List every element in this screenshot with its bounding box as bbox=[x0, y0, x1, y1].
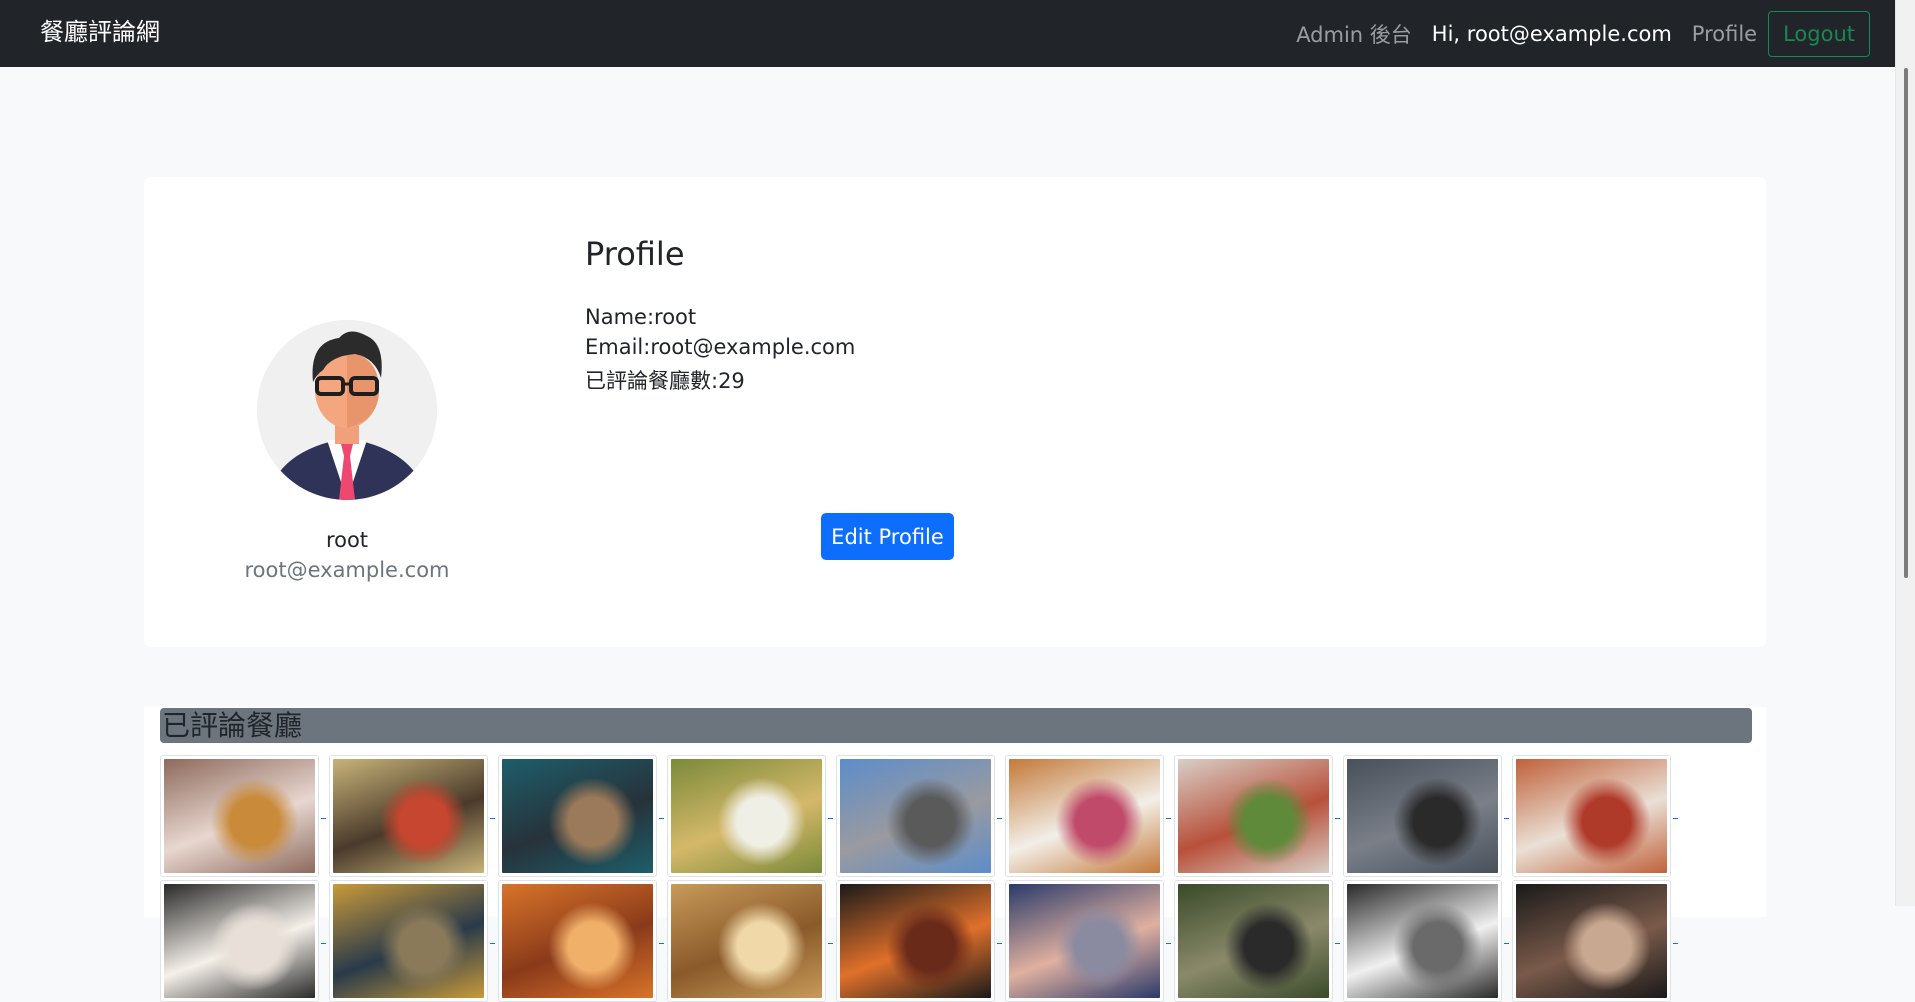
restaurant-thumbnail-menu-board[interactable] bbox=[329, 880, 495, 1002]
restaurant-image bbox=[671, 884, 822, 998]
restaurant-thumbnail-steak-dish[interactable] bbox=[160, 755, 326, 877]
profile-heading: Profile bbox=[585, 235, 685, 273]
site-brand[interactable]: 餐廳評論網 bbox=[40, 0, 160, 67]
restaurant-image bbox=[502, 884, 653, 998]
profile-card: root root@example.com Profile Name:root … bbox=[144, 177, 1766, 647]
scrollbar-thumb[interactable] bbox=[1904, 68, 1908, 578]
restaurant-image bbox=[1516, 759, 1667, 873]
reviewed-restaurants-heading: 已評論餐廳 bbox=[160, 708, 1752, 743]
restaurant-image bbox=[1009, 759, 1160, 873]
restaurant-thumbnail-dessert-plate[interactable] bbox=[1005, 755, 1171, 877]
restaurant-thumbnail-seafood-platter[interactable] bbox=[1005, 880, 1171, 1002]
restaurant-image bbox=[1178, 759, 1329, 873]
name-line: Name:root bbox=[585, 305, 697, 329]
profile-link[interactable]: Profile bbox=[1682, 22, 1767, 46]
restaurant-image bbox=[1347, 759, 1498, 873]
restaurant-image bbox=[1178, 884, 1329, 998]
email-line: Email:root@example.com bbox=[585, 335, 856, 359]
restaurant-thumbnail-bread-loaf[interactable] bbox=[667, 880, 833, 1002]
restaurant-image bbox=[1516, 884, 1667, 998]
user-greeting: Hi, root@example.com bbox=[1431, 21, 1672, 46]
navbar-right-menu: Admin 後台 Hi, root@example.com Profile Lo… bbox=[1286, 0, 1870, 67]
card-user-name: root bbox=[325, 528, 369, 552]
restaurant-image bbox=[502, 759, 653, 873]
restaurant-thumbnail-cake-slice[interactable] bbox=[160, 880, 326, 1002]
card-user-email: root@example.com bbox=[244, 558, 450, 582]
restaurant-image bbox=[840, 884, 991, 998]
restaurant-image bbox=[333, 759, 484, 873]
restaurant-thumbnail-grid bbox=[160, 755, 1700, 1002]
restaurant-thumbnail-restaurant-storefront[interactable] bbox=[498, 755, 664, 877]
restaurant-thumbnail-street-view[interactable] bbox=[836, 755, 1002, 877]
restaurant-thumbnail-pasta-noodles[interactable] bbox=[1174, 755, 1340, 877]
restaurant-image bbox=[1009, 884, 1160, 998]
restaurant-thumbnail-dining-room[interactable] bbox=[1343, 880, 1509, 1002]
restaurant-image bbox=[333, 884, 484, 998]
restaurant-image bbox=[840, 759, 991, 873]
restaurant-image bbox=[671, 759, 822, 873]
restaurant-thumbnail-orange-dish[interactable] bbox=[498, 880, 664, 1002]
user-avatar-icon bbox=[257, 320, 437, 500]
restaurant-image bbox=[164, 759, 315, 873]
review-count-line: 已評論餐廳數:29 bbox=[585, 369, 745, 393]
reviewed-restaurants-section: 已評論餐廳 bbox=[144, 707, 1766, 1002]
restaurant-thumbnail-braised-pork-bowl[interactable] bbox=[329, 755, 495, 877]
restaurant-image bbox=[1347, 884, 1498, 998]
restaurant-thumbnail-street-sculpture[interactable] bbox=[1343, 755, 1509, 877]
restaurant-image bbox=[164, 884, 315, 998]
restaurant-thumbnail-spaghetti-plate[interactable] bbox=[1512, 755, 1678, 877]
page-scrollbar[interactable] bbox=[1895, 0, 1915, 906]
top-navbar: 餐廳評論網 Admin 後台 Hi, root@example.com Prof… bbox=[0, 0, 1915, 67]
restaurant-thumbnail-flame-grill[interactable] bbox=[836, 880, 1002, 1002]
admin-link[interactable]: Admin 後台 bbox=[1286, 19, 1422, 49]
edit-profile-button[interactable]: Edit Profile bbox=[821, 513, 954, 560]
restaurant-thumbnail-salad-plate[interactable] bbox=[667, 755, 833, 877]
logout-button[interactable]: Logout bbox=[1768, 10, 1870, 57]
restaurant-thumbnail-chef-portrait[interactable] bbox=[1512, 880, 1678, 1002]
restaurant-thumbnail-market-street[interactable] bbox=[1174, 880, 1340, 1002]
